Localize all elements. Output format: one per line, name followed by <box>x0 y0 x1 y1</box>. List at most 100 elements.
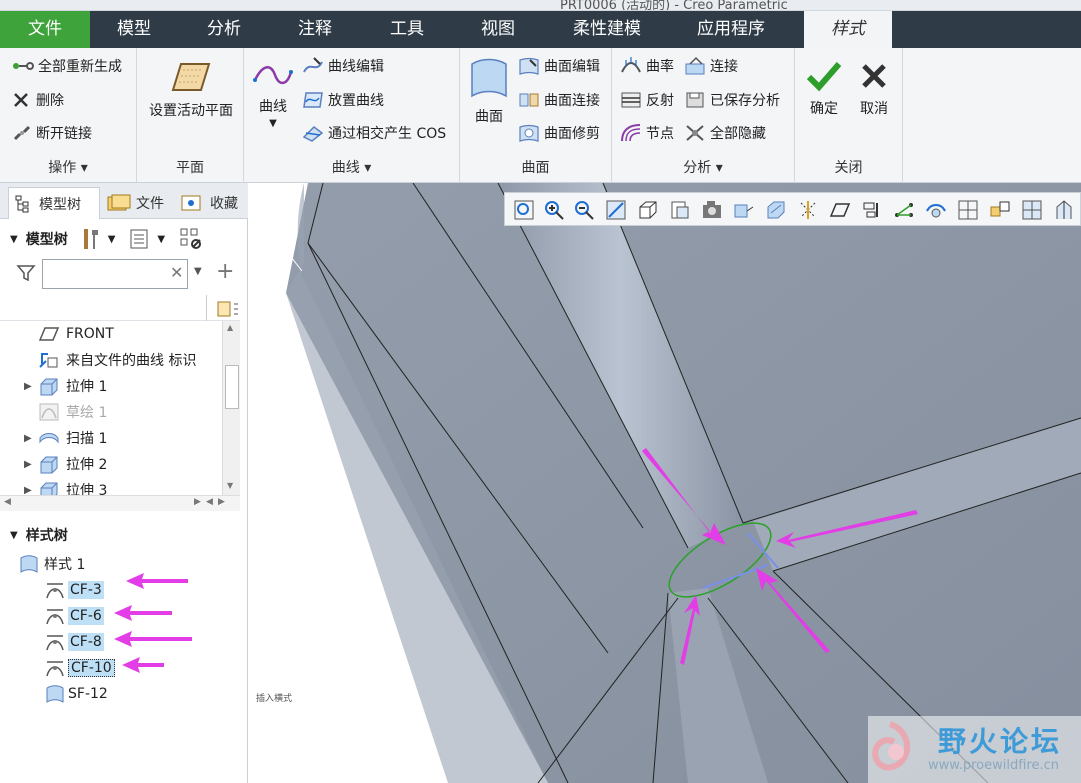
expand-icon[interactable]: ▶ <box>24 381 38 392</box>
search-input[interactable] <box>42 259 188 289</box>
tab-favorites[interactable]: 收藏 <box>180 187 242 219</box>
tree-horizontal-scrollbar[interactable]: ◀ ▶ ◀ ▶ <box>0 495 240 511</box>
ok-button[interactable]: 确定 <box>801 60 847 118</box>
tree-row-extrude-2[interactable]: ▶ 拉伸 2 <box>0 451 222 477</box>
tab-flexible-modeling[interactable]: 柔性建模 <box>558 11 656 48</box>
spin-center-icon[interactable] <box>797 199 819 221</box>
curve-dropdown-icon[interactable]: ▼ <box>250 118 296 129</box>
datum-plane-display-icon[interactable] <box>829 199 851 221</box>
expand-icon[interactable]: ▶ <box>24 485 38 496</box>
surface-edit-button[interactable]: 曲面编辑 <box>518 53 600 79</box>
break-link-button[interactable]: 断开链接 <box>12 120 92 146</box>
hide-all-button[interactable]: 全部隐藏 <box>684 120 766 146</box>
scroll-up-icon[interactable]: ▲ <box>227 323 233 332</box>
cancel-button[interactable]: 取消 <box>851 60 897 118</box>
connect-analysis-button[interactable]: 连接 <box>684 53 738 79</box>
grid-display-icon[interactable] <box>957 199 979 221</box>
model-geometry[interactable] <box>248 183 1081 783</box>
surface-trim-button[interactable]: 曲面修剪 <box>518 120 600 146</box>
scroll-right-icon[interactable]: ▶ <box>194 497 201 507</box>
repaint-icon[interactable] <box>605 199 627 221</box>
clear-search-icon[interactable]: ✕ <box>170 263 183 282</box>
tree-row-extrude-3[interactable]: ▶ 拉伸 3 <box>0 477 222 495</box>
saved-analysis-button[interactable]: 已保存分析 <box>684 87 780 113</box>
csys-display-icon[interactable] <box>925 199 947 221</box>
style-item-cf-3[interactable]: CF-3 <box>44 578 104 602</box>
reflection-button[interactable]: 反射 <box>620 87 674 113</box>
scroll-left-icon[interactable]: ◀ <box>4 497 11 507</box>
tab-style[interactable]: 样式 <box>804 11 892 48</box>
scroll-right-icon[interactable]: ▶ <box>218 497 225 507</box>
scroll-left-icon[interactable]: ◀ <box>206 497 213 507</box>
tab-model[interactable]: 模型 <box>95 11 173 48</box>
settings-tools-icon[interactable] <box>78 227 102 251</box>
collapse-icon[interactable]: ▼ <box>10 530 18 541</box>
model-tree: FRONT 来自文件的曲线 标识 ▶ 拉伸 1 草绘 1 ▶ 扫描 1 ▶ 拉伸… <box>0 321 222 495</box>
filter-icon[interactable] <box>16 263 36 283</box>
cos-intersect-icon <box>302 126 324 142</box>
tree-row-sweep-1[interactable]: ▶ 扫描 1 <box>0 425 222 451</box>
tab-model-tree[interactable]: 模型树 <box>8 187 100 219</box>
tree-row-label: 拉伸 1 <box>66 379 108 395</box>
style-grid-icon[interactable] <box>1021 199 1043 221</box>
curve-button[interactable]: 曲线 ▼ <box>250 60 296 129</box>
scroll-down-icon[interactable]: ▼ <box>227 481 233 490</box>
tab-file[interactable]: 文件 <box>0 11 90 48</box>
cos-intersect-button[interactable]: 通过相交产生 COS <box>302 120 446 146</box>
tab-applications[interactable]: 应用程序 <box>680 11 782 48</box>
tools-dropdown-icon[interactable]: ▼ <box>108 234 116 245</box>
display-style-icon[interactable] <box>637 199 659 221</box>
view-manager-icon[interactable] <box>701 199 723 221</box>
expand-icon[interactable]: ▶ <box>24 433 38 444</box>
tree-row-sketch-1[interactable]: 草绘 1 <box>0 399 222 425</box>
perspective-icon[interactable] <box>733 199 755 221</box>
tab-analysis[interactable]: 分析 <box>185 11 263 48</box>
style-item-cf-8[interactable]: CF-8 <box>44 630 104 654</box>
tree-filter-settings-icon[interactable] <box>179 227 203 251</box>
style-item-sf-12[interactable]: SF-12 <box>44 682 108 706</box>
node-button[interactable]: 节点 <box>620 120 674 146</box>
set-active-plane-button[interactable]: 设置活动平面 <box>143 60 239 120</box>
show-list-icon[interactable] <box>129 228 149 250</box>
curve-edit-button[interactable]: 曲线编辑 <box>302 53 384 79</box>
place-curve-button[interactable]: 放置曲线 <box>302 87 384 113</box>
saved-views-icon[interactable] <box>669 199 691 221</box>
group-curves-label[interactable]: 曲线 ▾ <box>244 157 459 177</box>
surface-button[interactable]: 曲面 <box>466 56 512 126</box>
tree-row-extrude-1[interactable]: ▶ 拉伸 1 <box>0 373 222 399</box>
expand-icon[interactable]: ▶ <box>24 459 38 470</box>
cos-intersect-label: 通过相交产生 COS <box>328 126 447 142</box>
refit-icon[interactable] <box>513 199 535 221</box>
group-operations-label[interactable]: 操作 ▾ <box>0 157 136 177</box>
delete-button[interactable]: 删除 <box>12 87 64 113</box>
group-analysis-label[interactable]: 分析 ▾ <box>612 157 794 177</box>
zoom-out-icon[interactable] <box>573 199 595 221</box>
tab-annotate[interactable]: 注释 <box>276 11 354 48</box>
tab-files[interactable]: 文件 <box>106 187 168 219</box>
surface-connect-button[interactable]: 曲面连接 <box>518 87 600 113</box>
column-settings-icon[interactable] <box>216 300 238 318</box>
tree-row-front[interactable]: FRONT <box>0 321 222 347</box>
style-item-cf-10[interactable]: CF-10 <box>44 656 115 680</box>
graphics-viewport[interactable]: 插入横式 野火论坛 www.proewildfire.cn <box>248 183 1081 783</box>
show-dropdown-icon[interactable]: ▼ <box>157 234 165 245</box>
favorites-icon <box>181 195 201 211</box>
search-dropdown-icon[interactable]: ▼ <box>194 266 202 277</box>
datum-point-display-icon[interactable] <box>893 199 915 221</box>
annotation-display-icon[interactable] <box>989 199 1011 221</box>
regenerate-all-button[interactable]: 全部重新生成 <box>12 53 122 79</box>
style-tree-root[interactable]: 样式 1 <box>18 552 85 576</box>
scroll-thumb[interactable] <box>225 365 239 409</box>
section-icon[interactable] <box>765 199 787 221</box>
tree-vertical-scrollbar[interactable]: ▲ ▼ <box>222 321 240 495</box>
datum-axis-display-icon[interactable] <box>861 199 883 221</box>
tab-tools[interactable]: 工具 <box>368 11 446 48</box>
tab-view[interactable]: 视图 <box>458 11 538 48</box>
tree-row-curve-from-file[interactable]: 来自文件的曲线 标识 <box>0 347 222 373</box>
add-filter-icon[interactable]: + <box>216 259 234 284</box>
style-item-cf-6[interactable]: CF-6 <box>44 604 104 628</box>
curvature-button[interactable]: 曲率 <box>620 53 674 79</box>
collapse-icon[interactable]: ▼ <box>10 234 18 245</box>
zoom-in-icon[interactable] <box>543 199 565 221</box>
style-view-icon[interactable] <box>1053 199 1075 221</box>
